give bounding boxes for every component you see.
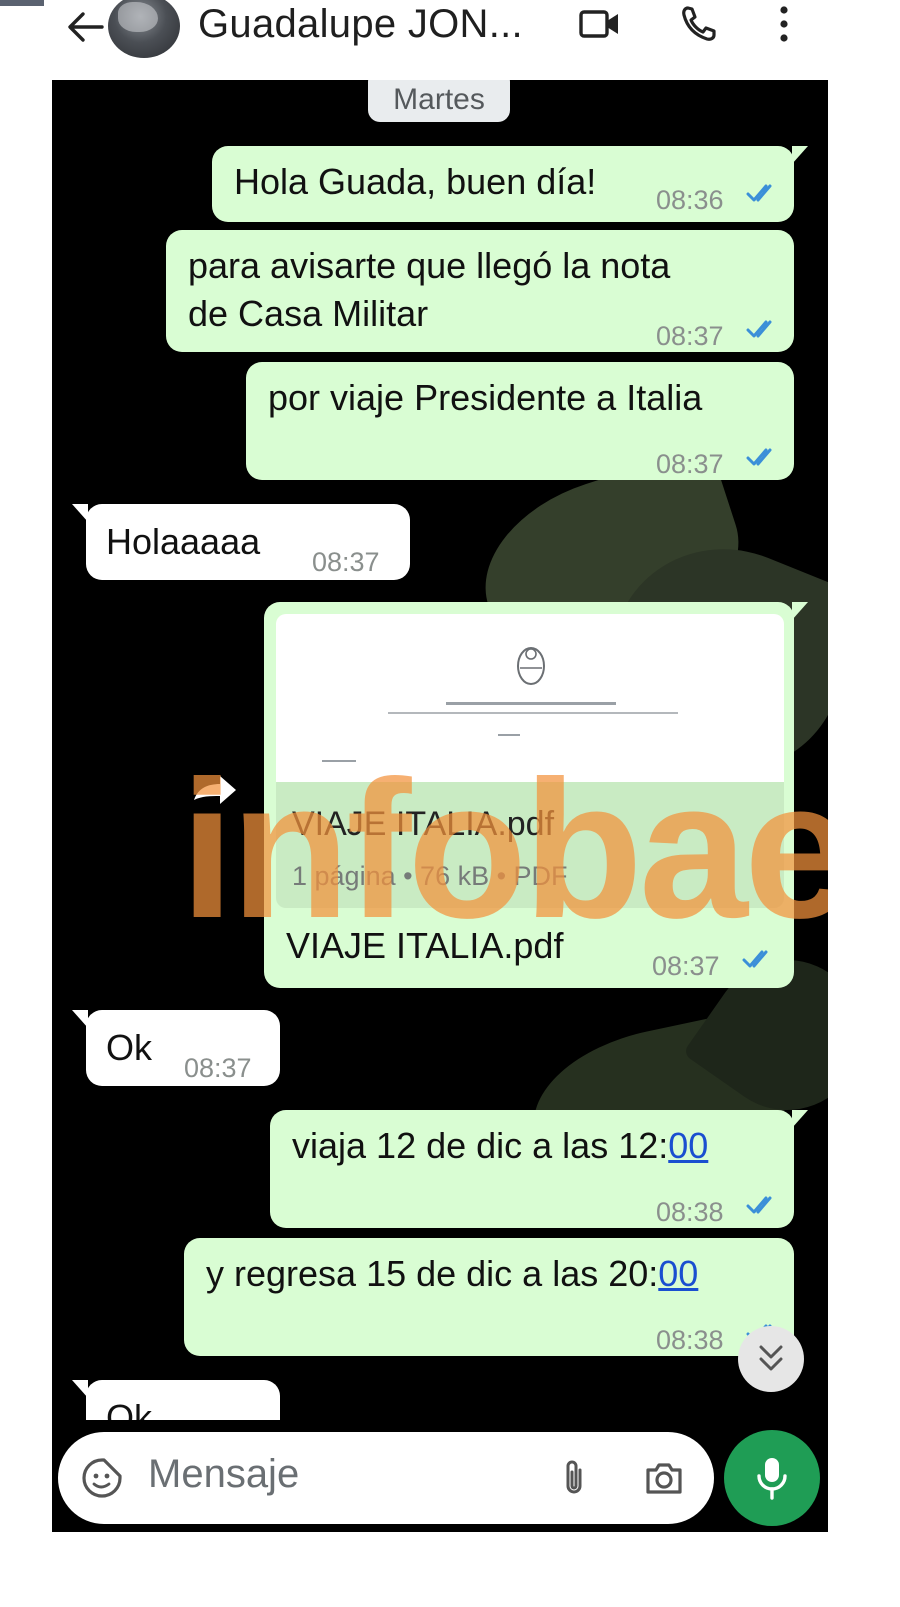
message-text-line: para avisarte que llegó la nota <box>188 245 671 286</box>
message-incoming[interactable]: Holaaaaa 08:37 <box>72 504 410 580</box>
mic-icon <box>757 1458 787 1500</box>
message-text: viaja 12 de dic a las 12:00 <box>292 1122 708 1170</box>
message-outgoing[interactable]: viaja 12 de dic a las 12:00 08:38 <box>270 1110 808 1228</box>
message-text: Ok <box>106 1027 153 1068</box>
message-text-prefix: y regresa 15 de dic a las 20: <box>206 1253 659 1294</box>
message-time: 08:38 <box>656 1197 724 1227</box>
contact-name[interactable]: Guadalupe JON... <box>198 0 523 48</box>
coat-of-arms-icon <box>517 647 545 685</box>
message-outgoing[interactable]: para avisarte que llegó la nota de Casa … <box>166 230 794 352</box>
message-composer[interactable]: Mensaje <box>58 1432 714 1524</box>
message-text-line: de Casa Militar <box>188 293 429 334</box>
message-outgoing[interactable]: y regresa 15 de dic a las 20:00 08:38 <box>184 1238 794 1356</box>
message-incoming[interactable]: Ok 08:37 <box>72 1010 280 1086</box>
attach-icon[interactable] <box>552 1456 596 1500</box>
message-link[interactable]: 00 <box>668 1125 708 1166</box>
message-outgoing[interactable]: por viaje Presidente a Italia 08:37 <box>246 362 794 480</box>
camera-icon[interactable] <box>642 1456 686 1500</box>
message-time: 08:37 <box>312 547 380 577</box>
message-text-prefix: viaja 12 de dic a las 12: <box>292 1125 669 1166</box>
message-input-placeholder[interactable]: Mensaje <box>148 1452 299 1497</box>
message-outgoing[interactable]: Hola Guada, buen día! 08:36 <box>212 146 808 222</box>
status-bar-fragment <box>0 0 44 6</box>
message-text: por viaje Presidente a Italia <box>268 377 703 418</box>
video-call-icon[interactable] <box>576 2 624 46</box>
sticker-icon[interactable] <box>80 1456 124 1500</box>
back-arrow-icon[interactable] <box>62 4 108 50</box>
double-check-read-icon <box>746 1196 772 1214</box>
scroll-to-bottom-button[interactable] <box>738 1326 804 1392</box>
message-time: 08:36 <box>656 185 724 215</box>
message-text: Hola Guada, buen día! <box>234 161 597 202</box>
date-chip: Martes <box>368 80 510 122</box>
chat-panel[interactable]: Martes Hola Guada, buen día! 08:36 para … <box>52 80 828 1532</box>
message-time: 08:37 <box>184 1053 252 1083</box>
message-text: y regresa 15 de dic a las 20:00 <box>206 1250 698 1298</box>
watermark-logo: infobae <box>180 740 828 959</box>
double-check-read-icon <box>746 320 772 338</box>
double-chevron-down-icon <box>759 1345 783 1371</box>
message-time: 08:38 <box>656 1325 724 1355</box>
message-text: Holaaaaa <box>106 521 261 562</box>
message-link[interactable]: 00 <box>658 1253 698 1294</box>
double-check-read-icon <box>746 184 772 202</box>
double-check-read-icon <box>746 448 772 466</box>
chat-header: Guadalupe JON... <box>0 0 900 78</box>
message-time: 08:37 <box>656 321 724 351</box>
more-vert-icon[interactable] <box>760 2 808 46</box>
mic-button[interactable] <box>724 1430 820 1526</box>
phone-call-icon[interactable] <box>676 2 724 46</box>
avatar[interactable] <box>108 0 180 58</box>
message-time: 08:37 <box>656 449 724 479</box>
